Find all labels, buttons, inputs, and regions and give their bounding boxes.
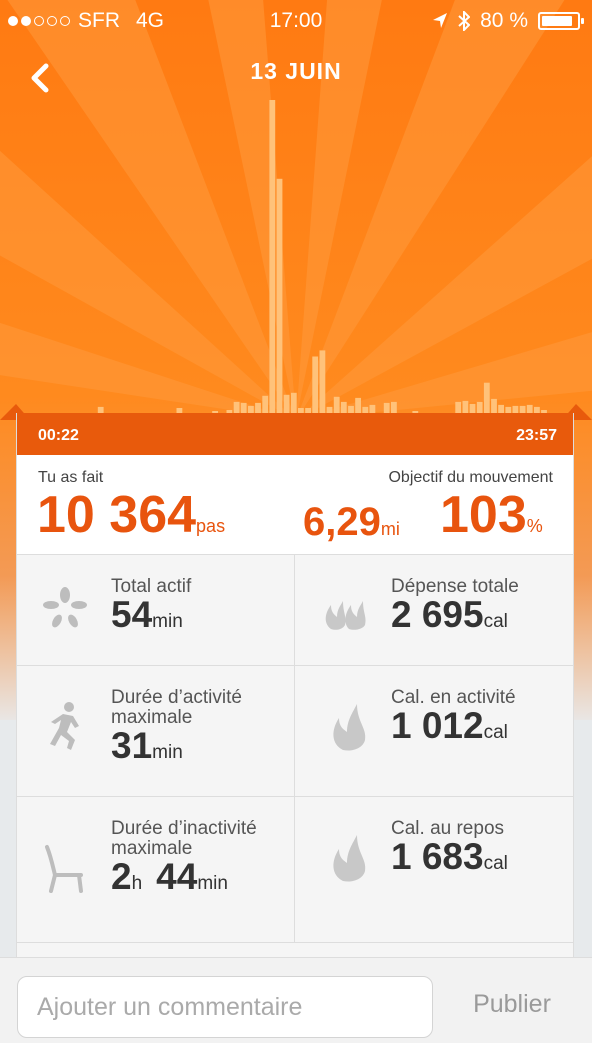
burst-icon <box>43 587 87 628</box>
goal-percent: 103% <box>440 489 543 541</box>
activity-bar <box>340 401 347 413</box>
flames-icon <box>325 601 366 630</box>
stat-number-2: 44 <box>156 856 198 897</box>
runner-icon <box>50 702 79 750</box>
stat-number: 31 <box>111 725 153 766</box>
stat-text: Durée d’activité maximale 31min <box>111 688 281 771</box>
chart-time-axis: 00:22 23:57 <box>17 413 573 455</box>
activity-bar <box>276 178 283 413</box>
stat-text: Cal. en activité 1 012cal <box>391 688 516 751</box>
activity-bar <box>512 405 519 413</box>
steps-total: 10 364pas <box>37 489 225 541</box>
activity-bar <box>262 395 269 413</box>
stat-total-active: Total actif 54min <box>17 555 294 666</box>
activity-bar <box>240 402 247 413</box>
stat-unit: cal <box>483 611 508 632</box>
bluetooth-icon <box>458 11 471 31</box>
activity-bar <box>319 350 326 413</box>
summary-section: Tu as fait Objectif du mouvement 10 364p… <box>17 455 573 555</box>
stat-number: 54 <box>111 594 153 635</box>
stat-value: 1 012cal <box>391 705 516 751</box>
flame-icon <box>333 704 366 751</box>
activity-bar <box>483 382 490 413</box>
stat-value: 2h 44min <box>111 856 271 902</box>
distance-unit: mi <box>380 519 400 539</box>
activity-bar <box>383 402 390 413</box>
activity-bar <box>269 100 276 413</box>
flame-icon <box>333 835 366 882</box>
activity-bar <box>248 405 254 413</box>
stat-max-inactivity: Durée d’inactivité maximale 2h 44min <box>17 797 294 943</box>
stat-number: 1 012 <box>391 705 484 746</box>
stat-rest-calories: Cal. au repos 1 683cal <box>295 797 574 943</box>
time-start-label: 00:22 <box>38 427 79 444</box>
stat-unit: cal <box>483 853 508 874</box>
stat-value: 31min <box>111 725 281 771</box>
activity-bar <box>476 401 483 413</box>
battery-icon <box>538 12 584 30</box>
activity-bar <box>290 392 297 413</box>
battery-percent: 80 % <box>480 9 528 32</box>
activity-bar <box>491 398 497 413</box>
stat-value: 1 683cal <box>391 836 508 882</box>
activity-bar <box>498 404 504 413</box>
activity-bar <box>333 396 340 413</box>
page-title: 13 JUIN <box>250 58 342 84</box>
activity-bar <box>462 400 469 413</box>
stat-label: Durée d’activité maximale <box>111 687 242 728</box>
steps-label: Tu as fait <box>38 469 104 486</box>
activity-chart[interactable] <box>0 90 592 420</box>
time-end-label: 23:57 <box>516 427 557 444</box>
activity-bar <box>391 401 397 413</box>
stat-number: 2 695 <box>391 594 484 635</box>
steps-unit: pas <box>196 516 226 536</box>
stat-unit-2: min <box>197 873 228 894</box>
goal-value: 103 <box>440 486 527 544</box>
stat-total-expense: Dépense totale 2 695cal <box>295 555 574 666</box>
stat-unit: h <box>131 873 143 894</box>
comment-bar: Ajouter un commentaire Publier <box>0 957 592 1043</box>
activity-bar <box>355 397 361 413</box>
comment-input[interactable]: Ajouter un commentaire <box>17 976 433 1038</box>
stat-value: 54min <box>111 594 191 640</box>
stat-value: 2 695cal <box>391 594 519 640</box>
stat-active-calories: Cal. en activité 1 012cal <box>295 666 574 797</box>
activity-bar <box>526 404 533 413</box>
activity-bar <box>312 356 319 413</box>
stat-number: 2 <box>111 856 132 897</box>
stats-card: 00:22 23:57 Tu as fait Objectif du mouve… <box>16 413 574 973</box>
publish-button[interactable]: Publier <box>450 990 574 1019</box>
stat-label: Durée d’inactivité maximale <box>111 818 257 859</box>
stat-text: Durée d’inactivité maximale 2h 44min <box>111 819 271 902</box>
activity-bar <box>233 401 240 413</box>
status-right: 80 % <box>432 9 584 33</box>
activity-bar <box>455 401 462 413</box>
activity-bar <box>348 405 354 413</box>
stat-unit: min <box>152 611 183 632</box>
distance-total: 6,29mi <box>303 502 400 542</box>
activity-bar <box>469 403 476 413</box>
goal-label: Objectif du mouvement <box>388 469 553 486</box>
stat-number: 1 683 <box>391 836 484 877</box>
activity-bar <box>255 402 261 413</box>
activity-bar <box>519 405 526 413</box>
goal-unit: % <box>526 516 543 536</box>
stat-text: Total actif 54min <box>111 577 191 640</box>
chair-icon <box>45 845 83 893</box>
stat-unit: min <box>152 742 183 763</box>
steps-value: 10 364 <box>37 486 197 544</box>
activity-bar <box>369 404 376 413</box>
activity-bar <box>283 394 290 413</box>
location-arrow-icon <box>433 13 448 28</box>
stat-text: Cal. au repos 1 683cal <box>391 819 508 882</box>
stat-text: Dépense totale 2 695cal <box>391 577 519 640</box>
stat-max-activity: Durée d’activité maximale 31min <box>17 666 294 797</box>
stat-unit: cal <box>483 722 508 743</box>
status-bar: SFR 4G 17:00 80 % <box>0 0 592 40</box>
distance-value: 6,29 <box>303 500 381 544</box>
